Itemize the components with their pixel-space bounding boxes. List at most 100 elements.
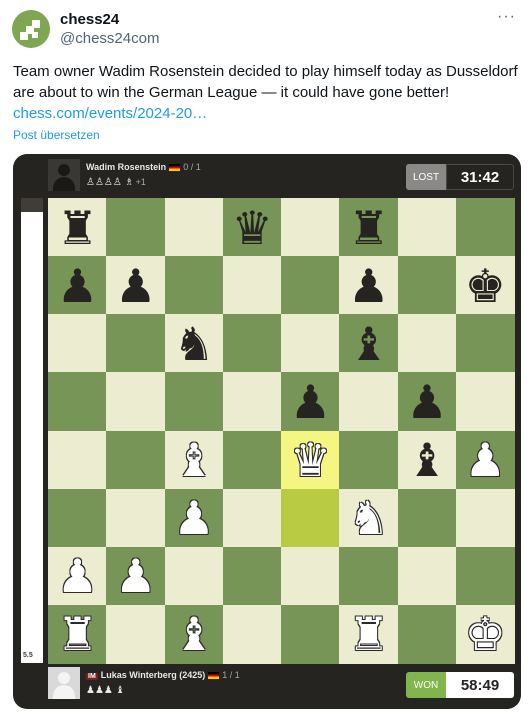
chess24-avatar[interactable] <box>12 10 50 48</box>
square-h2 <box>455 546 515 606</box>
square-f4 <box>339 430 399 490</box>
square-d1 <box>222 604 282 664</box>
evaluation-bar: 5.5 <box>21 198 43 663</box>
square-c7 <box>164 256 224 316</box>
black-pawn-icon: ♟ <box>115 258 157 313</box>
germany-flag-icon <box>169 164 181 172</box>
square-a3 <box>48 488 107 548</box>
top-player-name-row: Wadim Rosenstein 0 / 1 <box>86 162 201 172</box>
user-handle[interactable]: @chess24com <box>60 30 159 47</box>
square-e6 <box>281 314 340 374</box>
bottom-clock: 58:49 <box>446 672 514 698</box>
square-c5 <box>164 372 224 432</box>
white-pawn-icon: ♟ <box>115 549 157 604</box>
top-player-avatar <box>48 159 80 191</box>
tweet-body: Team owner Wadim Rosenstein decided to p… <box>13 63 518 101</box>
square-h3 <box>455 488 515 548</box>
square-g1 <box>397 604 457 664</box>
tweet-text: Team owner Wadim Rosenstein decided to p… <box>13 61 518 124</box>
square-h7: ♚ <box>455 256 515 316</box>
white-king-icon: ♚ <box>464 607 506 662</box>
square-a4 <box>48 430 107 490</box>
square-c2 <box>164 546 224 606</box>
square-h5 <box>455 372 515 432</box>
square-g6 <box>397 314 457 374</box>
bottom-result-badge: WON <box>406 672 446 698</box>
square-g8 <box>397 198 457 257</box>
square-f1: ♜ <box>339 604 399 664</box>
square-a6 <box>48 314 107 374</box>
square-d8: ♛ <box>222 198 282 257</box>
white-bishop-icon: ♝ <box>173 433 215 487</box>
square-e7 <box>281 256 340 316</box>
square-a5 <box>48 372 107 432</box>
square-a1: ♜ <box>48 604 107 664</box>
material-advantage: +1 <box>135 177 146 187</box>
square-g7 <box>397 256 457 316</box>
black-bishop-icon: ♝ <box>406 433 448 487</box>
chess-game-image[interactable]: Wadim Rosenstein 0 / 1 ♙♙♙♙ ♗ +1 LOST 31:4… <box>13 154 521 709</box>
square-d6 <box>222 314 282 374</box>
square-d3 <box>222 488 282 548</box>
square-b4 <box>106 430 166 490</box>
square-d5 <box>222 372 282 432</box>
bottom-player-bar: IM Lukas Winterberg (2425) 1 / 1 ♟♟♟ ♝ WON… <box>48 667 516 703</box>
top-clock: 31:42 <box>446 164 514 190</box>
square-c6: ♞ <box>164 314 224 374</box>
bottom-player-captured: ♟♟♟ ♝ <box>86 685 125 696</box>
square-f2 <box>339 546 399 606</box>
square-d2 <box>222 546 282 606</box>
top-player-name: Wadim Rosenstein <box>86 162 167 172</box>
square-c8 <box>164 198 224 257</box>
square-b6 <box>106 314 166 374</box>
event-link[interactable]: chess.com/events/2024-20… <box>13 105 207 122</box>
black-rook-icon: ♜ <box>56 200 99 255</box>
square-f7: ♟ <box>339 256 399 316</box>
square-c3: ♟ <box>164 488 224 548</box>
square-h4: ♟ <box>455 430 515 490</box>
square-f5 <box>339 372 399 432</box>
top-result-badge: LOST <box>406 164 446 190</box>
square-c1: ♝ <box>164 604 224 664</box>
black-queen-icon: ♛ <box>231 200 273 255</box>
square-d7 <box>222 256 282 316</box>
evaluation-white-fill <box>21 211 43 663</box>
square-f8: ♜ <box>339 198 399 257</box>
square-h1: ♚ <box>455 604 515 664</box>
square-f6: ♝ <box>339 314 399 374</box>
square-b7: ♟ <box>106 256 166 316</box>
bottom-player-avatar <box>48 667 80 699</box>
square-e5: ♟ <box>281 372 340 432</box>
top-player-score: 0 / 1 <box>183 162 201 172</box>
square-g2 <box>397 546 457 606</box>
display-name[interactable]: chess24 <box>60 11 119 28</box>
square-h6 <box>455 314 515 374</box>
black-pawn-icon: ♟ <box>56 258 99 313</box>
top-player-bar: Wadim Rosenstein 0 / 1 ♙♙♙♙ ♗ +1 LOST 31:4… <box>48 159 516 195</box>
chess-board: ♜ ♛ ♜ ♟ ♟ ♟ ♚ ♞ ♝ ♟ ♟ ♝ ♛ ♝ ♟ ♟ ♞ ♟ ♟ ♜ ♝ ♜ ♚ <box>48 198 515 664</box>
square-e2 <box>281 546 340 606</box>
square-a2: ♟ <box>48 546 107 606</box>
square-a8: ♜ <box>48 198 107 257</box>
bottom-player-score: 1 / 1 <box>222 670 240 680</box>
white-bishop-icon: ♝ <box>173 607 215 662</box>
black-knight-icon: ♞ <box>173 316 215 371</box>
square-b2: ♟ <box>106 546 166 606</box>
bottom-player-name: Lukas Winterberg (2425) <box>100 670 206 680</box>
white-knight-icon: ♞ <box>348 491 390 546</box>
white-pawn-icon: ♟ <box>56 549 99 604</box>
black-rook-icon: ♜ <box>348 200 390 255</box>
germany-flag-icon <box>208 672 220 680</box>
translate-link[interactable]: Post übersetzen <box>13 128 100 142</box>
white-pawn-icon: ♟ <box>173 491 215 546</box>
square-g3 <box>397 488 457 548</box>
square-g4: ♝ <box>397 430 457 490</box>
square-e4: ♛ <box>281 430 340 490</box>
white-rook-icon: ♜ <box>56 607 99 662</box>
more-options-icon[interactable]: ··· <box>497 8 516 26</box>
square-h8 <box>455 198 515 257</box>
evaluation-label: 5.5 <box>23 652 33 659</box>
square-e3 <box>281 488 340 548</box>
black-pawn-icon: ♟ <box>289 374 332 429</box>
captured-pieces: ♟♟♟ ♝ <box>86 685 125 696</box>
